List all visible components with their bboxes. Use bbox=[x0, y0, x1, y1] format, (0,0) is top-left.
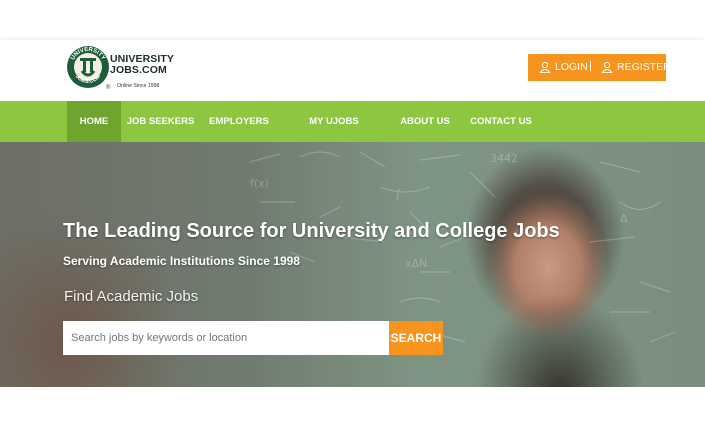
nav-item-home[interactable]: HOME bbox=[67, 101, 121, 142]
hero-title: The Leading Source for University and Co… bbox=[63, 220, 560, 242]
svg-text:xΔN: xΔN bbox=[405, 257, 427, 270]
nav-item-job-seekers[interactable]: JOB SEEKERS bbox=[124, 101, 197, 142]
nav-item-my-ujobs-account[interactable]: MY UJOBS ACCOUNT bbox=[285, 101, 383, 168]
logo-tagline: Online Since 1998 bbox=[117, 83, 160, 89]
nav-item-contact-us[interactable]: CONTACT US bbox=[467, 101, 535, 142]
logo-wordmark: UNIVERSITY JOBS.COM bbox=[110, 54, 174, 76]
login-label: LOGIN bbox=[555, 61, 588, 73]
bottom-blank-strip bbox=[0, 387, 705, 427]
job-search-input[interactable] bbox=[63, 321, 389, 355]
find-jobs-label: Find Academic Jobs bbox=[64, 288, 199, 305]
hero-banner: 3442 f(x) xΔN Δ ∫ The Leading Source for… bbox=[0, 142, 705, 387]
auth-bar: LOGIN | REGISTER bbox=[528, 54, 671, 81]
nav-item-employers[interactable]: EMPLOYERS bbox=[205, 101, 273, 142]
register-label: REGISTER bbox=[617, 61, 671, 73]
university-jobs-seal: UNIVERSITY JOBS.COM bbox=[67, 46, 109, 88]
register-link[interactable]: REGISTER bbox=[601, 61, 671, 73]
auth-separator: | bbox=[589, 60, 592, 72]
nav-item-about-us[interactable]: ABOUT US bbox=[396, 101, 454, 142]
top-blank-strip bbox=[0, 0, 705, 40]
svg-text:∫: ∫ bbox=[395, 187, 401, 200]
logo-wordmark-line2: JOBS.COM bbox=[110, 64, 167, 76]
login-link[interactable]: LOGIN bbox=[539, 61, 588, 73]
svg-text:f(x): f(x) bbox=[250, 177, 269, 190]
main-nav: HOME JOB SEEKERS EMPLOYERS MY UJOBS ACCO… bbox=[0, 101, 705, 168]
site-logo[interactable]: UNIVERSITY JOBS.COM UNIVERSITY JOBS.COM … bbox=[66, 41, 186, 95]
svg-text:Δ: Δ bbox=[620, 212, 628, 225]
user-icon bbox=[539, 61, 551, 73]
registered-mark: ® bbox=[106, 85, 111, 91]
search-button[interactable]: SEARCH bbox=[389, 321, 443, 355]
hero-subtitle: Serving Academic Institutions Since 1998 bbox=[63, 254, 300, 268]
svg-text:3442: 3442 bbox=[490, 152, 518, 165]
user-icon bbox=[601, 61, 613, 73]
